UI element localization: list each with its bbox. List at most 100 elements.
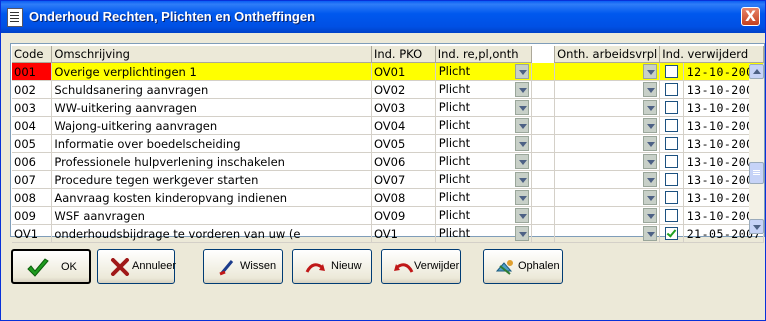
cell-ind-verwijderd[interactable] [659, 62, 684, 81]
title-bar[interactable]: Onderhoud Rechten, Plichten en Ontheffin… [1, 1, 765, 33]
cell-ind-pko[interactable]: OV01 [371, 62, 436, 81]
cell-ind-verwijderd[interactable] [659, 152, 684, 171]
dropdown-arrow-icon[interactable] [643, 64, 658, 79]
dropdown-arrow-icon[interactable] [514, 226, 529, 241]
cell-ind-verwijderd[interactable] [659, 224, 684, 243]
checkbox[interactable] [665, 101, 679, 114]
cell-ind-re-pl-onth[interactable]: Plicht [435, 152, 532, 171]
cell-code[interactable]: 007 [12, 170, 53, 189]
cell-ind-re-pl-onth[interactable]: Plicht [435, 116, 532, 135]
table-row[interactable]: OV1 onderhoudsbijdrage te vorderen van uw… [12, 224, 765, 243]
header-ind-re-pl-onth[interactable]: Ind. re,pl,onth [435, 46, 532, 63]
cell-ind-pko[interactable]: OV04 [371, 116, 436, 135]
cell-ind-verwijderd[interactable] [659, 80, 684, 99]
cell-code[interactable]: 009 [12, 206, 53, 225]
cell-omschrijving[interactable]: Wajong-uitkering aanvragen [51, 116, 372, 135]
dropdown-arrow-icon[interactable] [643, 190, 658, 205]
dropdown-arrow-icon[interactable] [514, 100, 529, 115]
cell-code[interactable]: 004 [12, 116, 53, 135]
cell-ind-verwijderd[interactable] [659, 170, 684, 189]
header-ind-verwijderd[interactable]: Ind. verwijderd [659, 46, 764, 63]
header-ind-pko[interactable]: Ind. PKO [371, 46, 436, 63]
checkbox[interactable] [665, 119, 679, 132]
checkbox[interactable] [665, 209, 679, 222]
checkbox[interactable] [665, 65, 679, 78]
cell-ind-re-pl-onth[interactable]: Plicht [435, 134, 532, 153]
cell-ind-pko[interactable]: OV05 [371, 134, 436, 153]
checkbox[interactable] [665, 137, 679, 150]
dropdown-arrow-icon[interactable] [643, 226, 658, 241]
cell-ind-verwijderd[interactable] [659, 98, 684, 117]
checkbox[interactable] [665, 227, 679, 240]
cell-code[interactable]: 006 [12, 152, 53, 171]
cell-onth-arbeidsvrpl[interactable] [554, 206, 661, 225]
cell-ind-pko[interactable]: OV07 [371, 170, 436, 189]
vertical-scrollbar[interactable] [749, 64, 764, 234]
cell-ind-re-pl-onth[interactable]: Plicht [435, 98, 532, 117]
checkbox[interactable] [665, 191, 679, 204]
verwijder-button[interactable]: Verwijder [381, 249, 461, 284]
cell-omschrijving[interactable]: Schuldsanering aanvragen [51, 80, 372, 99]
cell-onth-arbeidsvrpl[interactable] [554, 62, 661, 81]
table-row[interactable]: 002 Schuldsanering aanvragen OV02 Plicht 13-… [12, 80, 765, 99]
cell-ind-verwijderd[interactable] [659, 188, 684, 207]
scroll-up-icon[interactable] [749, 64, 764, 79]
cell-ind-re-pl-onth[interactable]: Plicht [435, 224, 532, 243]
cell-ind-re-pl-onth[interactable]: Plicht [435, 206, 532, 225]
header-omschrijving[interactable]: Omschrijving [51, 46, 372, 63]
checkbox[interactable] [665, 83, 679, 96]
table-row[interactable]: 009 WSF aanvragen OV09 Plicht 13-10-2004 [12, 206, 765, 225]
cell-omschrijving[interactable]: onderhoudsbijdrage te vorderen van uw (e [51, 224, 372, 243]
cell-code[interactable]: OV1 [12, 224, 53, 243]
dropdown-arrow-icon[interactable] [643, 82, 658, 97]
cell-ind-pko[interactable]: OV1 [371, 224, 436, 243]
cell-omschrijving[interactable]: WSF aanvragen [51, 206, 372, 225]
checkbox[interactable] [665, 173, 679, 186]
cell-onth-arbeidsvrpl[interactable] [554, 116, 661, 135]
ophalen-button[interactable]: Ophalen [483, 249, 563, 284]
ok-button[interactable]: OK [11, 249, 91, 284]
cell-onth-arbeidsvrpl[interactable] [554, 188, 661, 207]
checkbox[interactable] [665, 155, 679, 168]
cell-onth-arbeidsvrpl[interactable] [554, 170, 661, 189]
dropdown-arrow-icon[interactable] [643, 100, 658, 115]
table-row[interactable]: 004 Wajong-uitkering aanvragen OV04 Plicht 1… [12, 116, 765, 135]
cell-ind-verwijderd[interactable] [659, 134, 684, 153]
cell-ind-pko[interactable]: OV03 [371, 98, 436, 117]
cell-omschrijving[interactable]: Aanvraag kosten kinderopvang indienen [51, 188, 372, 207]
dropdown-arrow-icon[interactable] [643, 172, 658, 187]
cell-ind-re-pl-onth[interactable]: Plicht [435, 62, 532, 81]
dropdown-arrow-icon[interactable] [514, 208, 529, 223]
cell-omschrijving[interactable]: Procedure tegen werkgever starten [51, 170, 372, 189]
cell-code[interactable]: 002 [12, 80, 53, 99]
cell-ind-re-pl-onth[interactable]: Plicht [435, 188, 532, 207]
cell-omschrijving[interactable]: Informatie over boedelscheiding [51, 134, 372, 153]
cell-omschrijving[interactable]: Professionele hulpverlening inschakelen [51, 152, 372, 171]
wissen-button[interactable]: Wissen [203, 249, 283, 284]
cell-onth-arbeidsvrpl[interactable] [554, 98, 661, 117]
dropdown-arrow-icon[interactable] [514, 190, 529, 205]
table-row[interactable]: 005 Informatie over boedelscheiding OV05 Pl… [12, 134, 765, 153]
dropdown-arrow-icon[interactable] [514, 172, 529, 187]
header-code[interactable]: Code [12, 46, 53, 63]
header-onth-arbeidsvrpl[interactable]: Onth. arbeidsvrpl [554, 46, 661, 63]
cell-code[interactable]: 003 [12, 98, 53, 117]
nieuw-button[interactable]: Nieuw [292, 249, 372, 284]
scroll-down-icon[interactable] [749, 219, 764, 234]
cell-ind-pko[interactable]: OV09 [371, 206, 436, 225]
cell-onth-arbeidsvrpl[interactable] [554, 152, 661, 171]
table-row[interactable]: 007 Procedure tegen werkgever starten OV07… [12, 170, 765, 189]
cell-ind-pko[interactable]: OV08 [371, 188, 436, 207]
dropdown-arrow-icon[interactable] [643, 136, 658, 151]
scroll-thumb[interactable] [749, 162, 764, 184]
cell-code[interactable]: 008 [12, 188, 53, 207]
table-row[interactable]: 003 WW-uitkering aanvragen OV03 Plicht 13-10… [12, 98, 765, 117]
close-button[interactable]: X [741, 7, 760, 26]
cell-ind-pko[interactable]: OV02 [371, 80, 436, 99]
table-row[interactable]: 006 Professionele hulpverlening inschakel… [12, 152, 765, 171]
dropdown-arrow-icon[interactable] [643, 118, 658, 133]
cell-ind-pko[interactable]: OV06 [371, 152, 436, 171]
cell-omschrijving[interactable]: Overige verplichtingen 1 [51, 62, 372, 81]
cell-ind-re-pl-onth[interactable]: Plicht [435, 80, 532, 99]
cell-ind-re-pl-onth[interactable]: Plicht [435, 170, 532, 189]
